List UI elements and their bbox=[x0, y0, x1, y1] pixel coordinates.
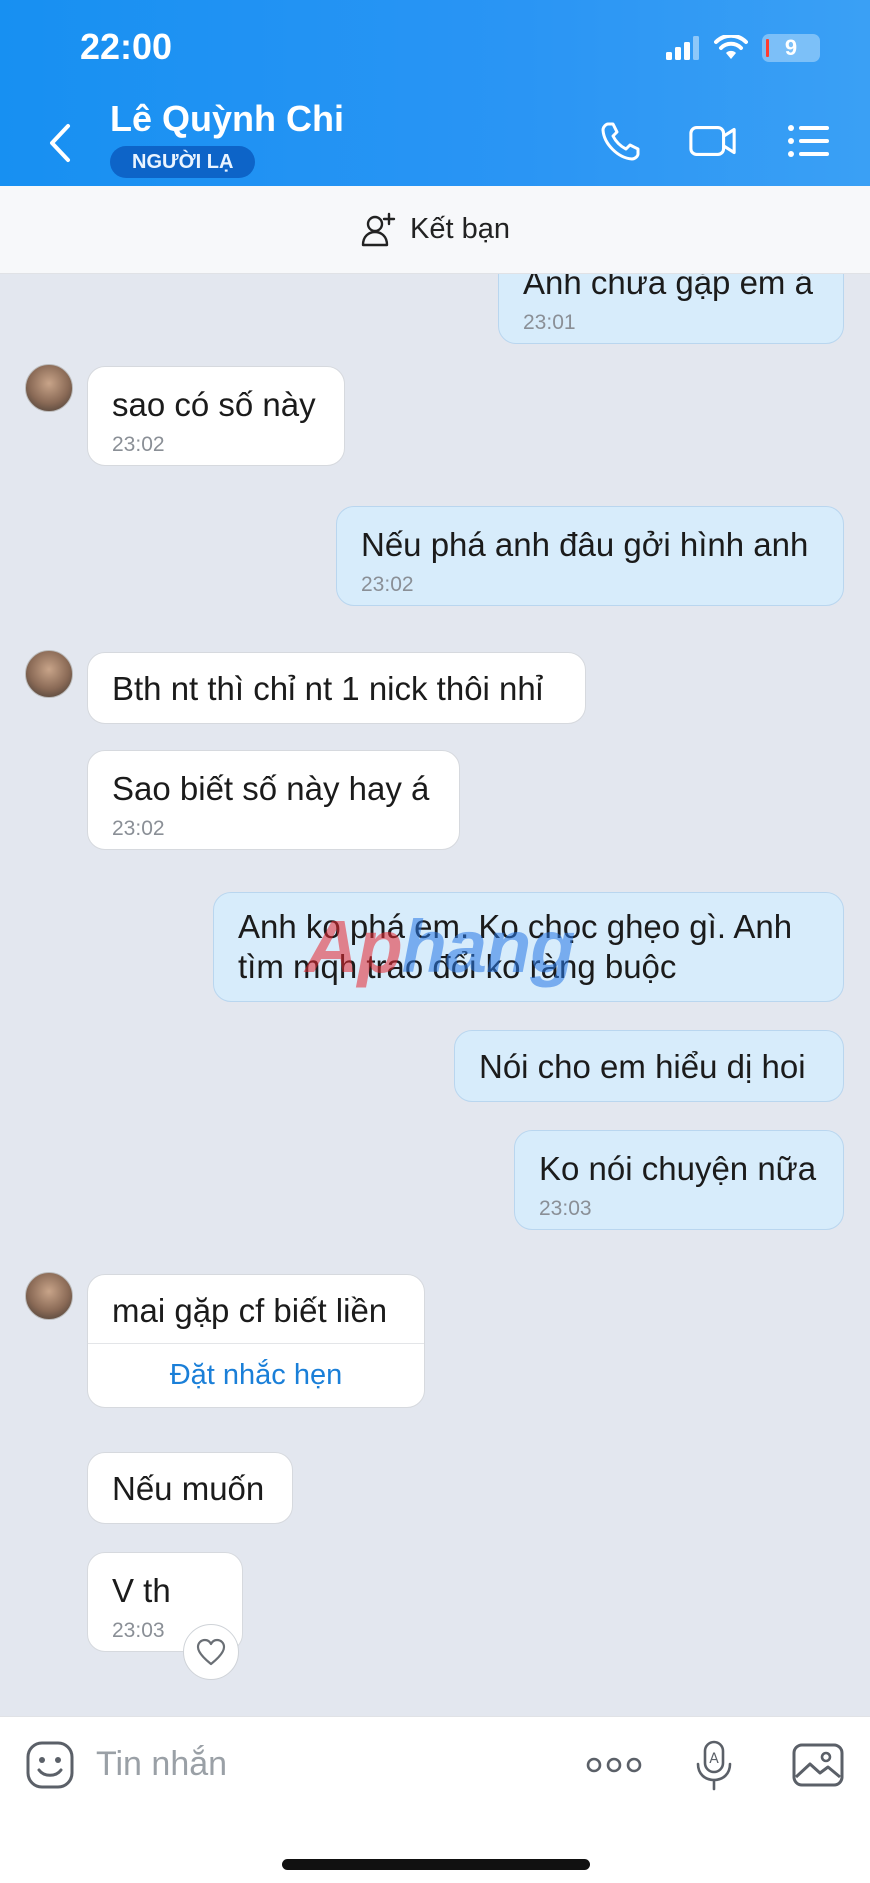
battery-indicator: 9 bbox=[762, 34, 820, 62]
voice-icon[interactable]: A bbox=[686, 1737, 742, 1793]
message-text: Anh chưa gặp em á bbox=[523, 274, 813, 301]
message-outgoing[interactable]: Nói cho em hiểu dị hoi bbox=[454, 1030, 844, 1102]
add-friend-label: Kết bạn bbox=[410, 213, 510, 245]
message-time: 23:03 bbox=[539, 1197, 592, 1220]
avatar[interactable] bbox=[25, 364, 73, 412]
avatar[interactable] bbox=[25, 1272, 73, 1320]
home-indicator[interactable] bbox=[282, 1859, 590, 1870]
message-text: Ko nói chuyện nữa bbox=[539, 1150, 817, 1187]
heart-icon bbox=[196, 1638, 226, 1666]
message-text: V th bbox=[112, 1572, 171, 1609]
menu-icon[interactable] bbox=[784, 116, 834, 166]
message-text: Nói cho em hiểu dị hoi bbox=[479, 1048, 806, 1085]
status-time: 22:00 bbox=[80, 26, 173, 67]
message-outgoing[interactable]: Nếu phá anh đâu gởi hình anh 23:02 bbox=[336, 506, 844, 606]
message-incoming[interactable]: Sao biết số này hay á 23:02 bbox=[87, 750, 460, 850]
add-friend-bar[interactable]: Kết bạn bbox=[0, 186, 870, 274]
chat-header: 22:00 9 Lê Quỳnh Chi NGƯỜI LẠ bbox=[0, 0, 870, 186]
message-text: Nếu phá anh đâu gởi hình anh bbox=[361, 526, 809, 563]
input-bar: Tin nhắn A bbox=[0, 1716, 870, 1883]
message-outgoing[interactable]: Ko nói chuyện nữa 23:03 bbox=[514, 1130, 844, 1230]
message-list[interactable]: Anh chưa gặp em á 23:01 sao có số này 23… bbox=[0, 274, 870, 1716]
emoji-icon[interactable] bbox=[22, 1737, 78, 1793]
message-incoming[interactable]: Bth nt thì chỉ nt 1 nick thôi nhỉ bbox=[87, 652, 586, 724]
message-time: 23:02 bbox=[361, 573, 414, 596]
message-incoming[interactable]: sao có số này 23:02 bbox=[87, 366, 345, 466]
stranger-badge: NGƯỜI LẠ bbox=[110, 146, 256, 178]
status-icons: 9 bbox=[666, 34, 820, 62]
phone-icon[interactable] bbox=[596, 116, 646, 166]
message-time: 23:02 bbox=[112, 433, 165, 456]
message-text: Bth nt thì chỉ nt 1 nick thôi nhỉ bbox=[112, 670, 544, 707]
message-time: 23:02 bbox=[112, 817, 165, 840]
message-incoming[interactable]: Nếu muốn bbox=[87, 1452, 293, 1524]
avatar[interactable] bbox=[25, 650, 73, 698]
message-input[interactable]: Tin nhắn bbox=[96, 1745, 227, 1784]
message-text: Sao biết số này hay á bbox=[112, 770, 430, 807]
add-friend-icon bbox=[361, 212, 396, 246]
message-text: Nếu muốn bbox=[112, 1470, 265, 1507]
react-button[interactable] bbox=[183, 1624, 239, 1680]
contact-name[interactable]: Lê Quỳnh Chi bbox=[110, 98, 344, 140]
wifi-icon bbox=[714, 35, 748, 59]
message-time: 23:01 bbox=[523, 311, 576, 334]
set-reminder-link[interactable]: Đặt nhắc hẹn bbox=[88, 1343, 424, 1407]
message-outgoing[interactable]: Anh chưa gặp em á 23:01 bbox=[498, 274, 844, 344]
message-outgoing[interactable]: Anh ko phá em. Ko chọc ghẹo gì. Anh tìm … bbox=[213, 892, 844, 1002]
message-text: sao có số này bbox=[112, 386, 316, 423]
image-icon[interactable] bbox=[790, 1737, 846, 1793]
message-text: Anh ko phá em. Ko chọc ghẹo gì. Anh tìm … bbox=[238, 908, 793, 985]
video-icon[interactable] bbox=[688, 116, 738, 166]
message-text: mai gặp cf biết liền bbox=[112, 1292, 388, 1329]
message-incoming[interactable]: mai gặp cf biết liền Đặt nhắc hẹn bbox=[87, 1274, 425, 1408]
back-icon[interactable] bbox=[40, 118, 80, 168]
signal-icon bbox=[666, 36, 699, 60]
svg-text:A: A bbox=[709, 1751, 719, 1767]
more-icon[interactable] bbox=[584, 1737, 644, 1793]
